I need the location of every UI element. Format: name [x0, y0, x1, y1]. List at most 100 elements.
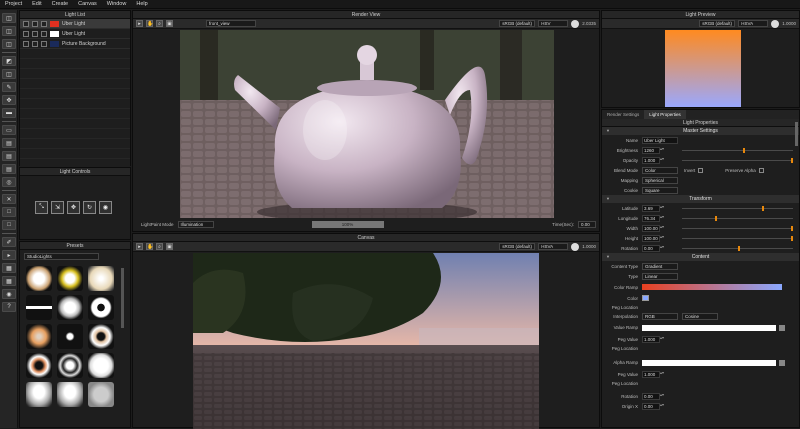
rotation-slider[interactable]	[682, 246, 793, 251]
square-icon[interactable]: □	[2, 207, 16, 217]
arrow-icon[interactable]: ▸	[136, 20, 143, 27]
preview-exposure-knob[interactable]	[771, 19, 780, 28]
canvas-color-space-select[interactable]: sRGB (default)	[499, 243, 536, 250]
alpha-ramp-bar[interactable]	[642, 359, 776, 366]
preset-thumbnail[interactable]	[88, 324, 114, 349]
latitude-field[interactable]: 3.69	[642, 204, 660, 212]
preset-thumbnail[interactable]	[26, 295, 52, 320]
menu-canvas[interactable]: Canvas	[73, 1, 102, 7]
lock-checkbox[interactable]	[41, 30, 47, 37]
stepper-icon[interactable]: ▴▾	[660, 156, 664, 164]
color-space-select[interactable]: sRGB (default)	[499, 20, 536, 27]
width-field[interactable]: 100.00	[642, 224, 660, 232]
preview-color-space-select[interactable]: sRGB (default)	[699, 20, 736, 27]
zoom-icon[interactable]: ⌕	[156, 20, 163, 27]
longitude-field[interactable]: 76.34	[642, 214, 660, 222]
canvas-exposure-knob[interactable]	[571, 242, 580, 251]
light-list-item[interactable]: Uber Light	[20, 19, 130, 29]
height-slider[interactable]	[682, 236, 793, 241]
stepper-icon[interactable]: ▴▾	[660, 392, 664, 400]
stepper-icon[interactable]: ▴▾	[660, 244, 664, 252]
interp-curve-select[interactable]: Cosine	[682, 312, 718, 320]
stepper-icon[interactable]: ▴▾	[660, 214, 664, 222]
preserve-alpha-checkbox[interactable]	[758, 167, 764, 173]
lock-checkbox[interactable]	[41, 20, 47, 27]
enable-checkbox[interactable]	[23, 30, 29, 37]
color-model-select[interactable]: HSV	[538, 20, 569, 27]
content-header[interactable]: ▼ Content	[602, 253, 799, 261]
brush-icon[interactable]: ▬	[2, 108, 16, 118]
invert-checkbox[interactable]	[698, 167, 704, 173]
pen-icon[interactable]: ✎	[2, 82, 16, 92]
cookie-select[interactable]: Square	[642, 186, 678, 194]
render-image[interactable]	[180, 30, 554, 218]
layout-icon[interactable]: ▤	[2, 151, 16, 161]
opacity-slider[interactable]	[682, 158, 793, 163]
props-scrollbar[interactable]	[795, 122, 798, 146]
arrow-icon[interactable]: ▸	[136, 243, 143, 250]
preset-thumbnail[interactable]	[57, 382, 83, 407]
hdr-canvas-image[interactable]	[193, 253, 539, 429]
stepper-icon[interactable]: ▴▾	[660, 224, 664, 232]
exposure-knob[interactable]	[571, 19, 580, 28]
preset-thumbnail[interactable]	[57, 353, 83, 378]
tab-light-properties[interactable]: Light Properties	[644, 110, 686, 119]
save-icon[interactable]: ▣	[166, 20, 173, 27]
preset-thumbnail[interactable]	[88, 295, 114, 320]
longitude-slider[interactable]	[682, 216, 793, 221]
color-swatch[interactable]	[642, 295, 649, 301]
camera-icon[interactable]: ◉	[2, 289, 16, 299]
preset-thumbnail[interactable]	[57, 295, 83, 320]
lightpaint-mode-select[interactable]: Illumination	[177, 221, 214, 228]
enable-checkbox[interactable]	[23, 20, 29, 27]
canvas-color-model-select[interactable]: HSVA	[538, 243, 569, 250]
content-rotation-field[interactable]: 0.00	[642, 392, 660, 400]
presets-scrollbar[interactable]	[121, 268, 124, 328]
solo-checkbox[interactable]	[32, 30, 38, 37]
preset-thumbnail[interactable]	[88, 382, 114, 407]
lock-checkbox[interactable]	[41, 40, 47, 47]
preview-color-model-select[interactable]: HSVA	[738, 20, 769, 27]
interp-select[interactable]: RGB	[642, 312, 678, 320]
preset-thumbnail[interactable]	[26, 382, 52, 407]
eraser-icon[interactable]: ◫	[2, 39, 16, 49]
rotate-icon[interactable]: ↻	[83, 201, 96, 214]
eraser-icon[interactable]: ◫	[2, 13, 16, 23]
height-field[interactable]: 100.00	[642, 234, 660, 242]
stepper-icon[interactable]: ▴▾	[660, 146, 664, 154]
blend-select[interactable]: Color	[642, 166, 678, 174]
stepper-icon[interactable]: ▴▾	[660, 204, 664, 212]
menu-project[interactable]: Project	[0, 1, 27, 7]
transform-header[interactable]: ▼ Transform	[602, 195, 799, 203]
light-list-item[interactable]: Uber Light	[20, 29, 130, 39]
opacity-field[interactable]: 1.000	[642, 156, 660, 164]
edit-icon[interactable]	[779, 359, 785, 366]
preset-thumbnail[interactable]	[88, 353, 114, 378]
scale-icon[interactable]: ⇲	[51, 201, 64, 214]
arrow-icon[interactable]: ▸	[2, 250, 16, 260]
close-icon[interactable]: ✕	[2, 194, 16, 204]
menu-edit[interactable]: Edit	[27, 1, 46, 7]
mapping-select[interactable]: Spherical	[642, 176, 678, 184]
stepper-icon[interactable]: ▴▾	[660, 335, 664, 343]
solo-checkbox[interactable]	[32, 40, 38, 47]
color-ramp-bar[interactable]	[642, 284, 782, 290]
move-icon[interactable]: ✥	[67, 201, 80, 214]
light-list-item[interactable]: Picture Background	[20, 39, 130, 49]
preset-thumbnail[interactable]	[57, 324, 83, 349]
hand-icon[interactable]: ✋	[146, 243, 153, 250]
origin-x-field[interactable]: 0.00	[642, 402, 660, 410]
rotation-field[interactable]: 0.00	[642, 244, 660, 252]
master-settings-header[interactable]: ▼ Master Settings	[602, 127, 799, 135]
name-field[interactable]: Uber Light	[642, 136, 678, 144]
enable-checkbox[interactable]	[23, 40, 29, 47]
grid-icon[interactable]: ▦	[2, 263, 16, 273]
transform-icon[interactable]: ⤡	[35, 201, 48, 214]
peg-value-field-2[interactable]: 1.000	[642, 370, 660, 378]
menu-help[interactable]: Help	[131, 1, 152, 7]
brightness-field[interactable]: 1260	[642, 146, 660, 154]
preset-thumbnail[interactable]	[26, 353, 52, 378]
preset-thumbnail[interactable]	[26, 324, 52, 349]
solo-checkbox[interactable]	[32, 20, 38, 27]
picker-icon[interactable]: ✐	[2, 237, 16, 247]
